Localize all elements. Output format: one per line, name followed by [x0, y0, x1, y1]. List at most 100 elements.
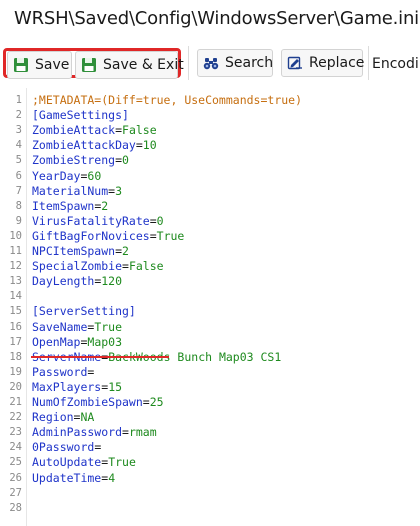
setting-value: 2: [122, 244, 129, 258]
line-text: AdminPassword=rmam: [32, 425, 157, 440]
line-text: SpecialZombie=False: [32, 259, 164, 274]
line-number: 28: [9, 501, 22, 514]
setting-key: NumOfZombieSpawn: [32, 395, 143, 409]
line-number: 23: [9, 426, 22, 439]
setting-value: 60: [87, 168, 102, 183]
setting-key: Region: [32, 410, 74, 425]
line-number: 7: [15, 184, 22, 197]
section-header: [GameSettings]: [32, 108, 129, 123]
line-text: MaxPlayers=15: [32, 380, 122, 395]
setting-key: MaterialNum: [32, 183, 109, 198]
setting-key: YearDay: [32, 168, 81, 183]
line-text: ;METADATA=(Diff=true, UseCommands=true): [32, 93, 302, 108]
setting-value: 15: [108, 379, 123, 394]
save-button[interactable]: Save: [7, 51, 72, 79]
line-number: 5: [15, 154, 22, 167]
equals-sign: =: [122, 259, 129, 274]
setting-key: SpecialZombie: [32, 259, 123, 274]
line-text: VirusFatalityRate=0: [32, 214, 164, 229]
line-number: 25: [9, 456, 22, 469]
line-number: 12: [9, 260, 22, 273]
setting-value: True: [94, 319, 123, 334]
floppy-disk-icon: [82, 58, 96, 72]
line-number: 6: [15, 169, 22, 182]
line-text: SaveName=True: [32, 320, 122, 335]
line-number: 16: [9, 320, 22, 333]
setting-value: 4: [108, 470, 116, 485]
setting-key: ZombieAttackDay: [32, 138, 136, 153]
save-exit-button[interactable]: Save & Exit: [75, 51, 184, 79]
line-number: 10: [9, 229, 22, 242]
line-text: OpenMap=Map03: [32, 335, 122, 350]
line-text: [ServerSetting]: [32, 304, 136, 319]
editor-toolbar: Save Save & Exit Search Replace: [0, 40, 420, 88]
line-number: 15: [9, 305, 22, 318]
line-number: 8: [15, 199, 22, 212]
setting-key: MaxPlayers: [32, 379, 102, 394]
line-text: UpdateTime=4: [32, 471, 115, 486]
setting-value: rmam: [128, 425, 157, 440]
special-zombie-underline: [31, 356, 169, 358]
line-number: 3: [15, 124, 22, 137]
line-number: 9: [15, 214, 22, 227]
setting-key: UpdateTime: [32, 470, 102, 485]
line-number: 2: [15, 109, 22, 122]
setting-key: GiftBagForNovices: [32, 228, 150, 243]
line-number: 14: [9, 290, 22, 303]
setting-key: ZombieStreng: [32, 153, 116, 168]
encoding-button[interactable]: Encodi: [372, 56, 419, 72]
replace-button[interactable]: Replace: [281, 49, 365, 77]
setting-key: Password: [32, 364, 88, 379]
line-text: Password=: [32, 365, 94, 380]
line-text: [GameSettings]: [32, 108, 129, 123]
setting-key: AutoUpdate: [32, 455, 102, 470]
search-button[interactable]: Search: [197, 49, 273, 77]
line-text: ZombieAttackDay=10: [32, 138, 157, 153]
floppy-disk-icon: [14, 58, 28, 72]
line-text: Region=NA: [32, 410, 94, 425]
line-text: NPCItemSpawn=2: [32, 244, 129, 259]
line-number: 24: [9, 441, 22, 454]
setting-value: 10: [142, 138, 157, 153]
section-header: [ServerSetting]: [32, 304, 136, 319]
setting-key: NPCItemSpawn: [32, 244, 116, 258]
toolbar-separator: [368, 46, 369, 80]
line-number: 19: [9, 365, 22, 378]
line-number: 4: [15, 139, 22, 152]
window-title: WRSH\Saved\Config\WindowsServer\Game.ini: [14, 8, 419, 29]
line-text: AutoUpdate=True: [32, 455, 136, 470]
title-bar: WRSH\Saved\Config\WindowsServer\Game.ini: [0, 0, 420, 40]
line-text: ZombieAttack=False: [32, 123, 157, 138]
equals-sign: =: [149, 213, 157, 228]
line-number: 1: [15, 94, 22, 106]
save-exit-label: Save & Exit: [103, 57, 184, 73]
equals-sign: =: [135, 138, 143, 153]
line-text: GiftBagForNovices=True: [32, 229, 184, 244]
equals-sign: =: [122, 425, 129, 440]
setting-value: 3: [115, 183, 123, 198]
search-label: Search: [225, 55, 274, 71]
setting-value: 0: [156, 213, 164, 228]
replace-label: Replace: [309, 55, 365, 71]
line-number: 22: [9, 411, 22, 424]
code-editor[interactable]: 1 ;METADATA=(Diff=true, UseCommands=true)…: [0, 88, 420, 526]
line-text: ZombieStreng=0: [32, 153, 129, 168]
setting-key: ItemSpawn: [32, 198, 95, 213]
equals-sign: =: [115, 123, 123, 138]
setting-key: VirusFatalityRate: [32, 213, 150, 228]
setting-value: False: [122, 123, 157, 138]
equals-sign: =: [115, 153, 123, 168]
line-number: 27: [9, 486, 22, 499]
setting-value: Map03: [87, 334, 123, 349]
line-text: YearDay=60: [32, 169, 101, 184]
setting-key: ZombieAttack: [32, 123, 116, 138]
equals-sign: =: [87, 364, 95, 379]
line-number: 18: [9, 350, 22, 363]
line-text: MaterialNum=3: [32, 184, 122, 199]
setting-value: 2: [101, 198, 109, 213]
equals-sign: =: [115, 244, 123, 258]
setting-key: AdminPassword: [32, 425, 123, 440]
setting-value: 0: [122, 153, 129, 168]
equals-sign: =: [149, 228, 157, 243]
equals-sign: =: [142, 395, 150, 409]
